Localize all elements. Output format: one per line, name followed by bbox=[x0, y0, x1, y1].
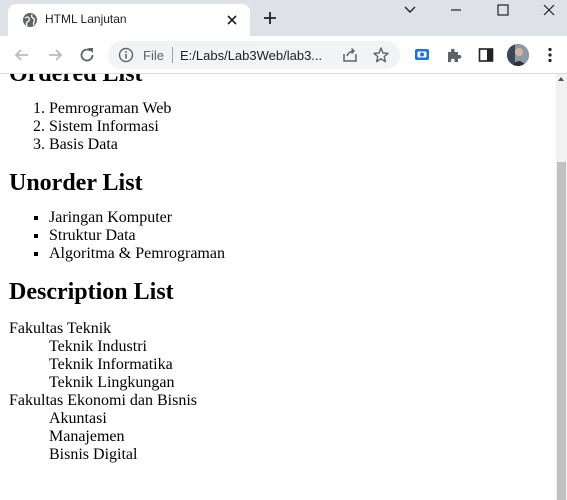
scroll-up-arrow-icon[interactable] bbox=[558, 77, 564, 81]
ordered-list-heading: Ordered List bbox=[9, 74, 143, 87]
address-bar[interactable]: File E:/Labs/Lab3Web/lab3... bbox=[108, 41, 400, 69]
cast-icon[interactable] bbox=[413, 46, 431, 64]
description-term: Fakultas Ekonomi dan Bisnis bbox=[9, 392, 197, 409]
description-list-heading: Description List bbox=[9, 279, 174, 305]
kebab-menu-icon[interactable] bbox=[541, 46, 559, 64]
close-icon[interactable] bbox=[224, 12, 240, 28]
list-item: Pemrograman Web bbox=[49, 100, 549, 118]
description-list: Fakultas Teknik Teknik Industri Teknik I… bbox=[9, 320, 549, 464]
arrow-left-icon[interactable] bbox=[13, 46, 31, 64]
description-definition: Akuntasi bbox=[49, 410, 107, 427]
list-item: Sistem Informasi bbox=[49, 118, 549, 136]
puzzle-icon[interactable] bbox=[445, 46, 463, 64]
arrow-right-icon[interactable] bbox=[46, 46, 64, 64]
chevron-down-icon[interactable] bbox=[401, 2, 419, 18]
document-body: Ordered List Pemrograman Web Sistem Info… bbox=[9, 74, 549, 464]
description-definition: Bisnis Digital bbox=[49, 446, 138, 463]
browser-tab[interactable]: HTML Lanjutan bbox=[8, 4, 250, 36]
maximize-icon[interactable] bbox=[494, 2, 512, 18]
share-icon[interactable] bbox=[341, 46, 359, 64]
plus-icon[interactable] bbox=[262, 10, 278, 26]
scrollbar-thumb[interactable] bbox=[557, 162, 566, 500]
list-item: Jaringan Komputer bbox=[49, 209, 549, 227]
minimize-icon[interactable] bbox=[447, 2, 465, 18]
url-text[interactable]: E:/Labs/Lab3Web/lab3... bbox=[180, 48, 332, 63]
scheme-label: File bbox=[143, 48, 164, 63]
info-icon[interactable] bbox=[118, 47, 134, 63]
description-definition: Teknik Industri bbox=[49, 338, 147, 355]
omnibox-divider bbox=[172, 47, 173, 63]
ordered-list: Pemrograman Web Sistem Informasi Basis D… bbox=[9, 100, 549, 154]
window-close-icon[interactable] bbox=[540, 2, 558, 18]
side-panel-icon[interactable] bbox=[477, 46, 495, 64]
description-definition: Teknik Informatika bbox=[49, 356, 173, 373]
browser-toolbar: File E:/Labs/Lab3Web/lab3... bbox=[0, 36, 567, 74]
star-icon[interactable] bbox=[372, 46, 390, 64]
tab-title: HTML Lanjutan bbox=[45, 12, 127, 26]
list-item: Basis Data bbox=[49, 136, 549, 154]
avatar[interactable] bbox=[507, 44, 529, 66]
reload-icon[interactable] bbox=[78, 46, 96, 64]
list-item: Struktur Data bbox=[49, 227, 549, 245]
vertical-scrollbar[interactable] bbox=[556, 74, 567, 500]
page-viewport: Ordered List Pemrograman Web Sistem Info… bbox=[0, 74, 556, 500]
unordered-list: Jaringan Komputer Struktur Data Algoritm… bbox=[9, 209, 549, 263]
title-bar: HTML Lanjutan bbox=[0, 0, 567, 36]
description-definition: Manajemen bbox=[49, 428, 125, 445]
globe-icon bbox=[23, 13, 37, 27]
unordered-list-heading: Unorder List bbox=[9, 170, 143, 196]
description-term: Fakultas Teknik bbox=[9, 320, 112, 337]
list-item: Algoritma & Pemrograman bbox=[49, 245, 549, 263]
profile-photo-icon bbox=[507, 44, 529, 66]
description-definition: Teknik Lingkungan bbox=[49, 374, 175, 391]
